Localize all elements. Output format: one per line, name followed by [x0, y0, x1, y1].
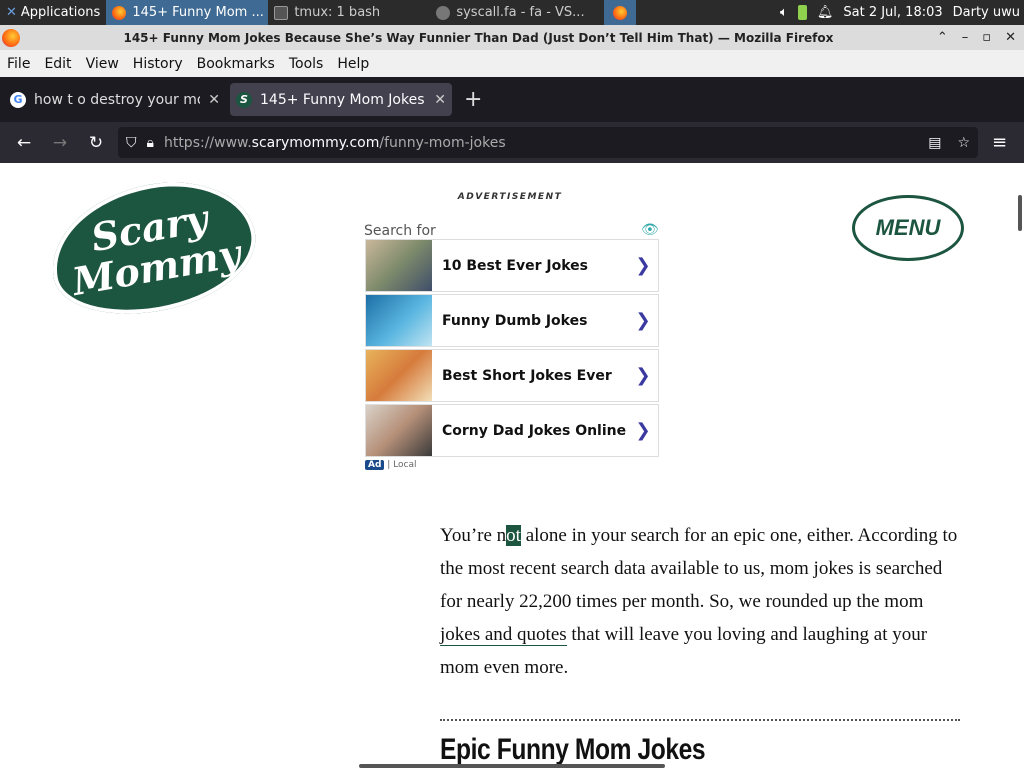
scrollbar-thumb[interactable]: [1018, 195, 1022, 231]
url-prefix: https://www.: [163, 134, 252, 151]
ad-visibility-icon[interactable]: 👁︎: [641, 222, 659, 238]
back-arrow-icon[interactable]: ←: [6, 133, 42, 153]
vertical-scrollbar[interactable]: [1016, 163, 1024, 768]
taskbar-task-firefox-2[interactable]: [604, 0, 637, 25]
ad-item[interactable]: Funny Dumb Jokes ❯: [365, 294, 659, 347]
chevron-right-icon: ❯: [635, 310, 651, 331]
tab-close-icon[interactable]: ✕: [434, 92, 446, 108]
menu-history[interactable]: History: [126, 56, 190, 72]
forward-arrow-icon[interactable]: →: [42, 133, 78, 153]
tab-strip: G how t o destroy your mo ✕ S 145+ Funny…: [0, 77, 1024, 122]
ad-search-for-label: Search for: [364, 223, 436, 239]
scary-mommy-logo[interactable]: Scary Mommy: [40, 168, 266, 328]
taskbar-task-terminal[interactable]: tmux: 1 bash: [268, 0, 430, 25]
ad-thumbnail-jokes-search: [366, 295, 432, 346]
tab-close-icon[interactable]: ✕: [208, 92, 220, 108]
navigation-toolbar: ← → ↻ ⛉ 🔒︎ https://www.scarymommy.com/fu…: [0, 122, 1024, 163]
window-title: 145+ Funny Mom Jokes Because She’s Way F…: [123, 30, 834, 45]
jokes-and-quotes-link[interactable]: jokes and quotes: [440, 624, 567, 646]
horizontal-scrollbar[interactable]: [359, 764, 665, 768]
chevron-right-icon: ❯: [635, 365, 651, 386]
menu-help[interactable]: Help: [330, 56, 376, 72]
paragraph-text: You’re n: [440, 525, 507, 546]
taskbar-task-vscode[interactable]: syscall.fa - fa - VS...: [430, 0, 598, 25]
ad-item-label: Corny Dad Jokes Online: [442, 422, 627, 439]
lock-icon[interactable]: 🔒︎: [147, 135, 154, 151]
xfce-icon: ✕: [6, 5, 17, 20]
firefox-icon: [613, 5, 628, 20]
ad-thumbnail-mother-child: [366, 240, 432, 291]
chevron-right-icon: ❯: [635, 420, 651, 441]
dotted-divider: [440, 719, 960, 721]
reader-view-icon[interactable]: ▤: [928, 135, 941, 151]
task-label: tmux: 1 bash: [294, 5, 381, 20]
section-heading: Epic Funny Mom Jokes: [440, 733, 706, 766]
menu-file[interactable]: File: [0, 56, 37, 72]
terminal-icon: [274, 5, 289, 20]
tab-label: 145+ Funny Mom Jokes B: [260, 91, 427, 108]
chevron-up-icon[interactable]: ⌃: [937, 30, 948, 45]
ad-footer: Ad | Local: [365, 460, 417, 470]
menu-bar: File Edit View History Bookmarks Tools H…: [0, 50, 1024, 77]
maximize-icon[interactable]: ▫: [982, 30, 991, 45]
web-page: Scary Mommy MENU ADVERTISEMENT Search fo…: [0, 163, 1024, 768]
tracking-shield-icon[interactable]: ⛉: [126, 135, 137, 151]
scarymommy-favicon-icon: S: [236, 91, 252, 108]
ad-item-label: Funny Dumb Jokes: [442, 312, 588, 329]
ad-search-list: 10 Best Ever Jokes ❯ Funny Dumb Jokes ❯ …: [365, 239, 659, 459]
minimize-icon[interactable]: –: [962, 30, 969, 45]
url-path: /funny-mom-jokes: [379, 134, 506, 151]
battery-icon[interactable]: [797, 5, 807, 20]
advertisement-label: ADVERTISEMENT: [457, 192, 563, 202]
window-titlebar: 145+ Funny Mom Jokes Because She’s Way F…: [0, 25, 1024, 50]
task-label: 145+ Funny Mom ...: [132, 5, 264, 20]
reload-icon[interactable]: ↻: [78, 133, 114, 153]
applications-menu[interactable]: ✕ Applications: [0, 0, 106, 25]
tab-google[interactable]: G how t o destroy your mo ✕: [4, 83, 226, 116]
ad-item-label: Best Short Jokes Ever: [442, 367, 612, 384]
volume-icon[interactable]: 🔈︎: [780, 5, 788, 20]
url-host: scarymommy.com: [251, 134, 380, 151]
url-text[interactable]: https://www.scarymommy.com/funny-mom-jok…: [164, 135, 506, 151]
vscode-icon: [436, 5, 451, 20]
ad-item[interactable]: 10 Best Ever Jokes ❯: [365, 239, 659, 292]
firefox-logo-icon: [2, 28, 20, 47]
article-paragraph: You’re not alone in your search for an e…: [440, 519, 960, 684]
clock[interactable]: Sat 2 Jul, 18:03: [843, 5, 942, 20]
system-taskbar: ✕ Applications 145+ Funny Mom ... tmux: …: [0, 0, 1024, 25]
ad-item[interactable]: Best Short Jokes Ever ❯: [365, 349, 659, 402]
menu-tools[interactable]: Tools: [282, 56, 331, 72]
ad-footer-text: | Local: [387, 460, 417, 470]
hamburger-menu-icon[interactable]: ≡: [992, 132, 1007, 153]
url-bar[interactable]: ⛉ 🔒︎ https://www.scarymommy.com/funny-mo…: [118, 127, 978, 158]
applications-label: Applications: [20, 5, 101, 20]
menu-edit[interactable]: Edit: [37, 56, 78, 72]
ad-thumbnail-laughing-kids: [366, 350, 432, 401]
ad-badge: Ad: [365, 460, 385, 470]
text-selection-highlight: ot: [506, 525, 521, 546]
chevron-right-icon: ❯: [635, 255, 651, 276]
ad-thumbnail-dad-daughter: [366, 405, 432, 456]
task-label: syscall.fa - fa - VS...: [456, 5, 585, 20]
menu-bookmarks[interactable]: Bookmarks: [190, 56, 282, 72]
google-icon: G: [10, 91, 26, 108]
ad-item[interactable]: Corny Dad Jokes Online ❯: [365, 404, 659, 457]
tab-label: how t o destroy your mo: [34, 91, 201, 108]
firefox-icon: [112, 5, 127, 20]
user-name[interactable]: Darty uwu: [953, 5, 1020, 20]
notification-bell-icon[interactable]: 🔔︎: [817, 5, 834, 20]
taskbar-task-firefox[interactable]: 145+ Funny Mom ...: [106, 0, 269, 25]
ad-item-label: 10 Best Ever Jokes: [442, 257, 588, 274]
close-icon[interactable]: ✕: [1005, 30, 1016, 45]
site-menu-button[interactable]: MENU: [852, 195, 964, 261]
new-tab-plus-icon[interactable]: +: [464, 87, 482, 112]
bookmark-star-icon[interactable]: ☆: [957, 135, 970, 151]
tab-scarymommy[interactable]: S 145+ Funny Mom Jokes B ✕: [230, 83, 452, 116]
menu-view[interactable]: View: [79, 56, 126, 72]
